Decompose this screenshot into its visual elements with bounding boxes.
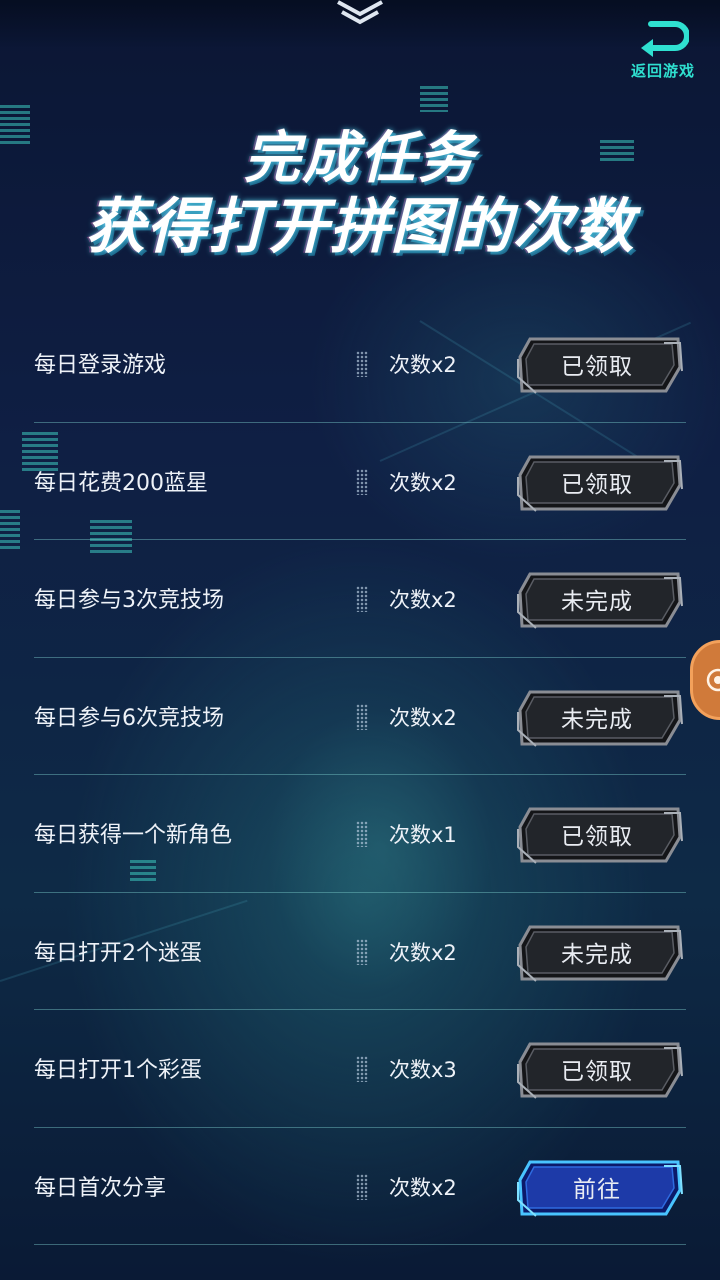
task-row: 每日获得一个新角色 次数x1 已领取 (34, 775, 686, 893)
title-line-2: 获得打开拼图的次数 (85, 192, 635, 262)
button-label: 已领取 (561, 824, 633, 850)
task-reward: 次数x2 (389, 588, 457, 612)
task-row: 每日打开2个迷蛋 次数x2 未完成 (34, 893, 686, 1010)
task-reward: 次数x1 (389, 823, 457, 847)
incomplete-button[interactable]: 未完成 (516, 923, 684, 985)
decor-bar (0, 510, 20, 550)
task-name: 每日花费200蓝星 (34, 470, 208, 496)
button-label: 已领取 (561, 354, 633, 380)
claimed-button[interactable]: 已领取 (516, 453, 684, 515)
go-button[interactable]: 前往 (516, 1158, 684, 1220)
separator-dots (356, 703, 368, 730)
separator-dots (356, 351, 368, 377)
task-name: 每日参与6次竞技场 (34, 705, 224, 731)
button-label: 已领取 (561, 1059, 633, 1085)
incomplete-button[interactable]: 未完成 (516, 570, 684, 632)
task-name: 每日获得一个新角色 (34, 823, 233, 848)
separator-dots (356, 586, 368, 612)
game-pad-icon (706, 668, 720, 692)
task-name: 每日首次分享 (34, 1175, 167, 1201)
task-reward: 次数x2 (389, 470, 457, 495)
task-list: 每日登录游戏 次数x2 已领取 每日花费200蓝星 次数x2 已领取 每日参与3… (34, 305, 686, 1245)
task-row: 每日参与3次竞技场 次数x2 未完成 (34, 540, 686, 658)
claimed-button[interactable]: 已领取 (516, 1040, 684, 1102)
button-label: 已领取 (561, 471, 633, 498)
separator-dots (356, 1056, 368, 1082)
separator-dots (356, 821, 368, 847)
task-reward: 次数x3 (389, 1058, 457, 1082)
claimed-button[interactable]: 已领取 (516, 335, 684, 397)
task-reward: 次数x2 (389, 353, 457, 377)
task-row: 每日花费200蓝星 次数x2 已领取 (34, 423, 686, 540)
floating-side-button[interactable] (690, 640, 720, 720)
page-title: 完成任务 获得打开拼图的次数 (0, 126, 720, 262)
task-reward: 次数x2 (389, 705, 457, 730)
task-name: 每日参与3次竞技场 (34, 588, 224, 613)
decor-bar (420, 86, 448, 112)
task-name: 每日打开2个迷蛋 (34, 940, 202, 966)
task-row: 每日参与6次竞技场 次数x2 未完成 (34, 658, 686, 775)
button-label: 未完成 (561, 941, 633, 968)
task-name: 每日打开1个彩蛋 (34, 1058, 202, 1083)
incomplete-button[interactable]: 未完成 (516, 688, 684, 750)
task-row: 每日打开1个彩蛋 次数x3 已领取 (34, 1010, 686, 1128)
button-label: 前往 (573, 1176, 621, 1203)
back-label: 返回游戏 (630, 62, 695, 80)
separator-dots (356, 468, 368, 495)
chevron-double-down-icon (334, 0, 386, 26)
separator-dots (356, 938, 368, 965)
back-to-game-button[interactable]: 返回游戏 (618, 18, 708, 88)
task-row: 每日登录游戏 次数x2 已领取 (34, 305, 686, 423)
return-arrow-icon (641, 21, 689, 57)
button-label: 未完成 (561, 589, 633, 615)
title-line-1: 完成任务 (244, 126, 476, 191)
separator-dots (356, 1173, 368, 1200)
task-row: 每日首次分享 次数x2 前往 (34, 1128, 686, 1245)
button-label: 未完成 (561, 706, 633, 733)
task-reward: 次数x2 (389, 1175, 457, 1200)
claimed-button[interactable]: 已领取 (516, 805, 684, 867)
task-reward: 次数x2 (389, 940, 457, 965)
task-name: 每日登录游戏 (34, 353, 167, 378)
